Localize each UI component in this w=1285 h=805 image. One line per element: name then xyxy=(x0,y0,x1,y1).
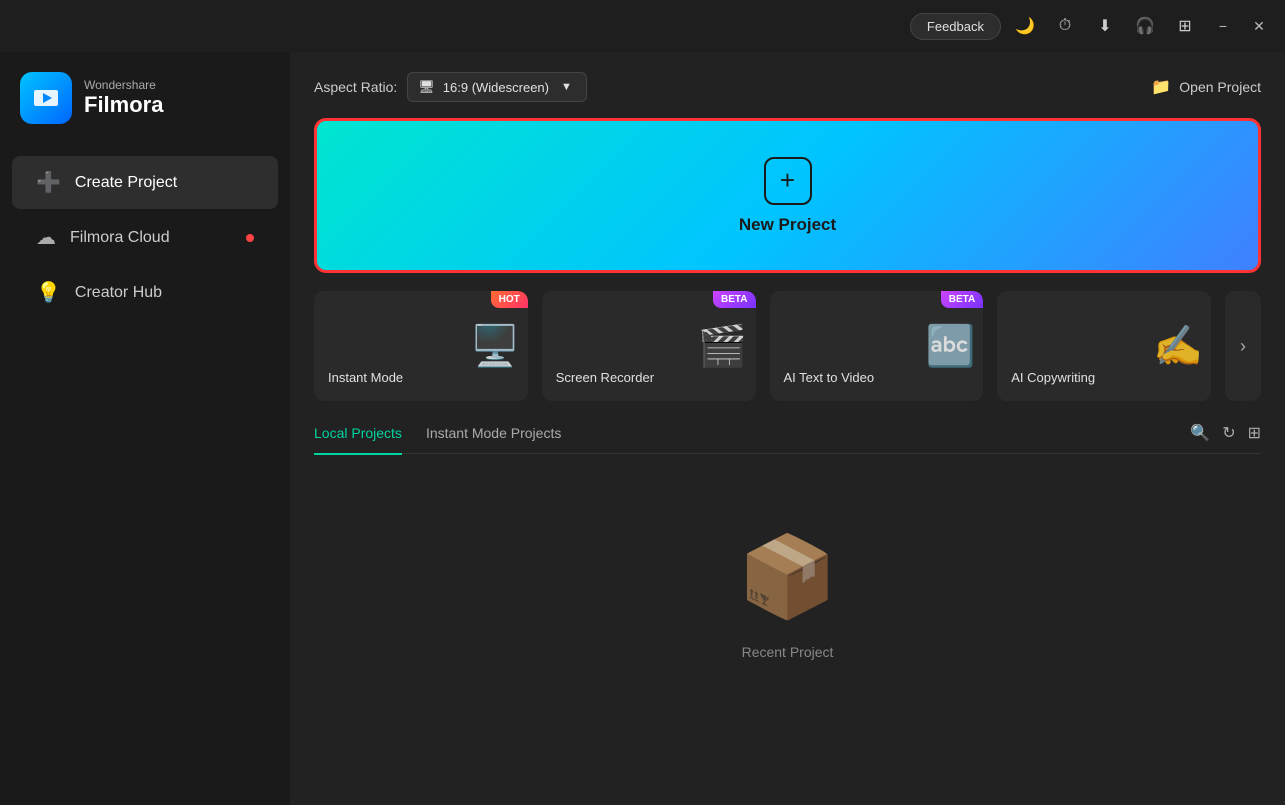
logo-wonder: Wondershare xyxy=(84,78,163,92)
sidebar-item-create-project[interactable]: ➕ Create Project xyxy=(12,156,278,209)
filmora-cloud-icon: ☁ xyxy=(36,225,56,250)
logo-icon xyxy=(20,72,72,124)
open-project-label: Open Project xyxy=(1179,79,1261,95)
screen-recorder-badge: BETA xyxy=(713,291,755,308)
quick-card-screen-recorder[interactable]: BETA 🎬 Screen Recorder xyxy=(542,291,756,401)
quick-card-instant-mode[interactable]: HOT 🖥️ Instant Mode xyxy=(314,291,528,401)
create-project-icon: ➕ xyxy=(36,170,61,195)
filmora-cloud-label: Filmora Cloud xyxy=(70,229,170,247)
logo-text: Wondershare Filmora xyxy=(84,78,163,118)
headphone-icon[interactable]: 🎧 xyxy=(1129,10,1161,42)
top-bar: Aspect Ratio: 🖥 16:9 (Widescreen) ▼ 📁 Op… xyxy=(314,72,1261,102)
grid-icon[interactable]: ⊞ xyxy=(1169,10,1201,42)
new-project-plus-icon: + xyxy=(764,157,812,205)
instant-mode-label: Instant Mode xyxy=(328,370,403,385)
quick-cards-row: HOT 🖥️ Instant Mode BETA 🎬 Screen Record… xyxy=(314,291,1261,401)
projects-tab-actions: 🔍 ↻ ⊞ xyxy=(1190,423,1261,443)
aspect-ratio-group: Aspect Ratio: 🖥 16:9 (Widescreen) ▼ xyxy=(314,72,587,102)
quick-card-ai-text-to-video[interactable]: BETA 🔤 AI Text to Video xyxy=(770,291,984,401)
create-project-label: Create Project xyxy=(75,174,177,192)
aspect-ratio-label: Aspect Ratio: xyxy=(314,79,397,95)
notification-dot xyxy=(246,234,254,242)
instant-mode-badge: HOT xyxy=(491,291,528,308)
new-project-banner[interactable]: + New Project xyxy=(314,118,1261,273)
grid-view-icon[interactable]: ⊞ xyxy=(1248,423,1261,443)
tab-instant-mode-projects[interactable]: Instant Mode Projects xyxy=(426,421,561,445)
screen-recorder-label: Screen Recorder xyxy=(556,370,654,385)
empty-box-icon: 📦 xyxy=(738,530,838,624)
logo-filmora: Filmora xyxy=(84,92,163,118)
logo-area: Wondershare Filmora xyxy=(0,72,290,154)
chevron-down-icon: ▼ xyxy=(561,81,572,93)
ai-copywriting-icon: ✍️ xyxy=(1153,323,1203,370)
main-layout: Wondershare Filmora ➕ Create Project ☁ F… xyxy=(0,52,1285,805)
projects-tabs-bar: Local ProjectsInstant Mode Projects 🔍 ↻ … xyxy=(314,421,1261,454)
chevron-right-icon: › xyxy=(1240,336,1246,357)
emoji-icon[interactable]: 🌙 xyxy=(1009,10,1041,42)
ai-text-to-video-icon: 🔤 xyxy=(925,323,975,370)
quick-card-ai-copywriting[interactable]: ✍️ AI Copywriting xyxy=(997,291,1211,401)
more-cards-button[interactable]: › xyxy=(1225,291,1261,401)
creator-hub-label: Creator Hub xyxy=(75,284,162,302)
nav-items: ➕ Create Project ☁ Filmora Cloud 💡 Creat… xyxy=(0,156,290,319)
aspect-ratio-value: 16:9 (Widescreen) xyxy=(443,80,549,95)
title-bar: Feedback 🌙 ⏱ ⬇ 🎧 ⊞ − ✕ xyxy=(0,0,1285,52)
aspect-ratio-select[interactable]: 🖥 16:9 (Widescreen) ▼ xyxy=(407,72,587,102)
sidebar: Wondershare Filmora ➕ Create Project ☁ F… xyxy=(0,52,290,805)
close-button[interactable]: ✕ xyxy=(1245,12,1273,40)
sidebar-item-creator-hub[interactable]: 💡 Creator Hub xyxy=(12,266,278,319)
ai-copywriting-label: AI Copywriting xyxy=(1011,370,1095,385)
refresh-icon[interactable]: ↻ xyxy=(1222,423,1235,443)
new-project-label: New Project xyxy=(739,215,836,235)
screen-recorder-icon: 🎬 xyxy=(698,323,748,370)
projects-tabs: Local ProjectsInstant Mode Projects xyxy=(314,421,585,445)
empty-state-label: Recent Project xyxy=(742,644,834,660)
open-project-button[interactable]: 📁 Open Project xyxy=(1151,77,1261,97)
projects-section: Local ProjectsInstant Mode Projects 🔍 ↻ … xyxy=(314,421,1261,785)
content-area: Aspect Ratio: 🖥 16:9 (Widescreen) ▼ 📁 Op… xyxy=(290,52,1285,805)
folder-icon: 📁 xyxy=(1151,77,1171,97)
ai-text-to-video-badge: BETA xyxy=(941,291,983,308)
minimize-button[interactable]: − xyxy=(1209,12,1237,40)
download-icon[interactable]: ⬇ xyxy=(1089,10,1121,42)
tab-local-projects[interactable]: Local Projects xyxy=(314,421,402,455)
timer-icon[interactable]: ⏱ xyxy=(1049,10,1081,42)
sidebar-item-filmora-cloud[interactable]: ☁ Filmora Cloud xyxy=(12,211,278,264)
ai-text-to-video-label: AI Text to Video xyxy=(784,370,875,385)
feedback-button[interactable]: Feedback xyxy=(910,13,1001,40)
instant-mode-icon: 🖥️ xyxy=(470,323,520,370)
creator-hub-icon: 💡 xyxy=(36,280,61,305)
search-icon[interactable]: 🔍 xyxy=(1190,423,1210,443)
empty-state: 📦 Recent Project xyxy=(314,470,1261,680)
